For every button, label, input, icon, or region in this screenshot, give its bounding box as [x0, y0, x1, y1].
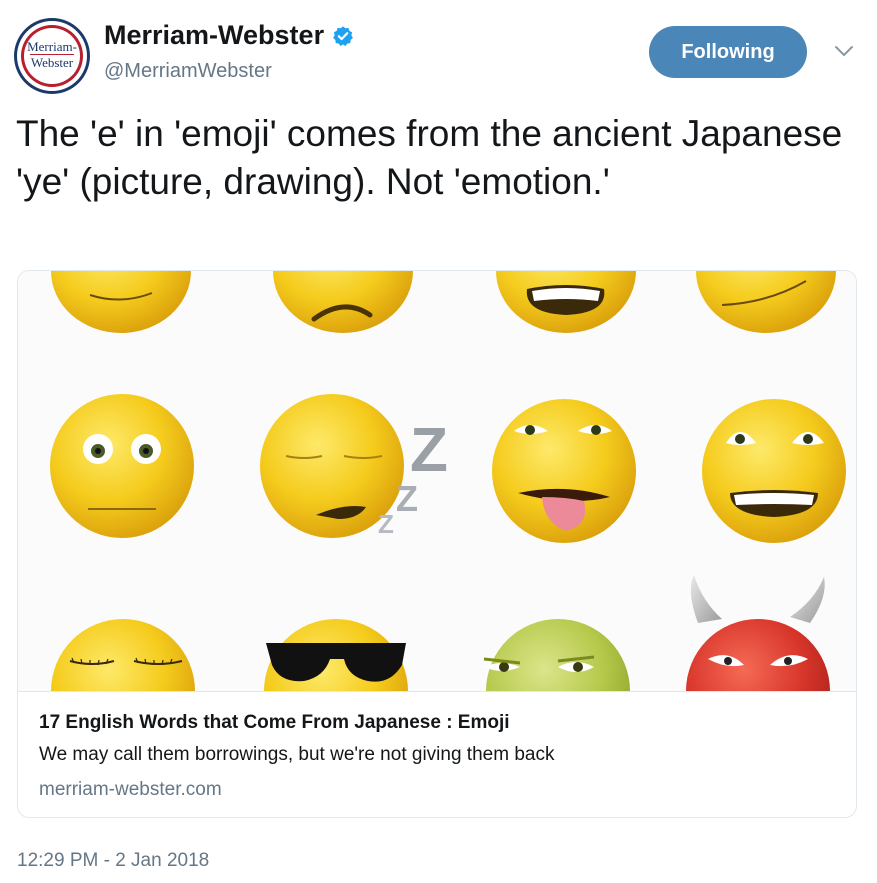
avatar-logo-line1: Merriam-: [27, 39, 77, 54]
author-name[interactable]: Merriam-Webster: [104, 20, 324, 51]
svg-text:Z: Z: [410, 416, 448, 485]
link-card-description: We may call them borrowings, but we're n…: [39, 744, 555, 765]
emoji-grin-face: [702, 399, 846, 543]
avatar-logo-line2: Webster: [30, 55, 74, 70]
link-card-meta[interactable]: 17 English Words that Come From Japanese…: [18, 691, 856, 817]
emoji-faces-image[interactable]: Z Z Z: [18, 271, 857, 691]
author-name-row[interactable]: Merriam-Webster: [104, 20, 354, 51]
svg-text:Z: Z: [396, 478, 418, 519]
verified-badge-icon: [333, 25, 353, 46]
chevron-down-icon[interactable]: [834, 44, 854, 58]
following-button[interactable]: Following: [649, 26, 807, 78]
link-card-domain: merriam-webster.com: [39, 779, 222, 800]
emoji-neutral-face: [50, 394, 194, 538]
author-handle[interactable]: @MerriamWebster: [104, 60, 272, 83]
svg-text:Z: Z: [378, 509, 394, 539]
tweet-timestamp[interactable]: 12:29 PM - 2 Jan 2018: [17, 850, 209, 872]
avatar[interactable]: Merriam- Webster: [14, 18, 90, 94]
tweet-text: The 'e' in 'emoji' comes from the ancien…: [16, 113, 843, 202]
link-card-title[interactable]: 17 English Words that Come From Japanese…: [39, 712, 510, 734]
link-card[interactable]: Z Z Z 17 English Words that Come From Ja…: [17, 270, 857, 818]
emoji-tongue-face: [492, 399, 636, 543]
avatar-logo: Merriam- Webster: [24, 40, 80, 69]
